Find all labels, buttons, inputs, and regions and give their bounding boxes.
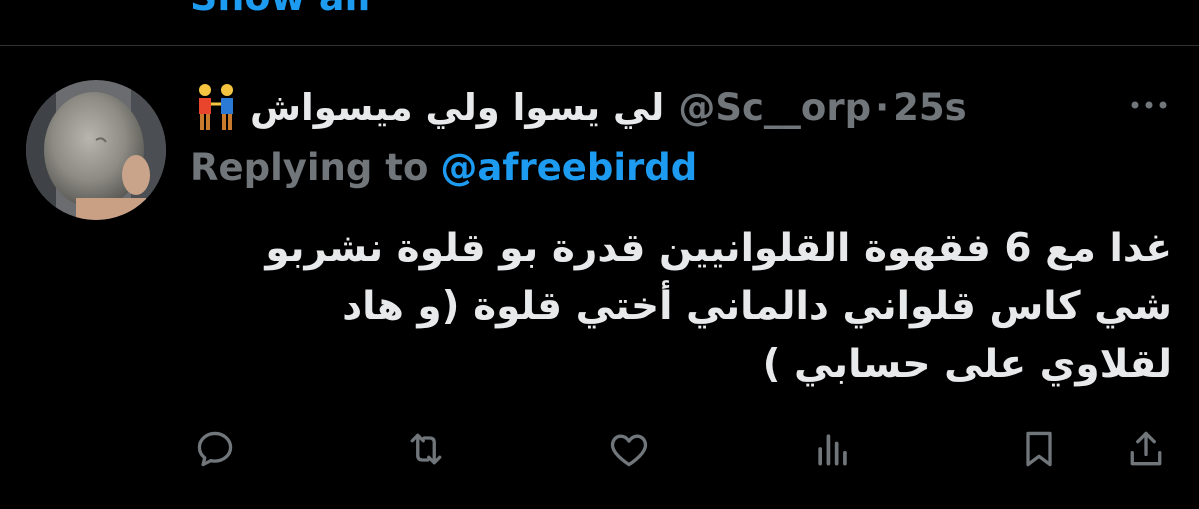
tweet-header: لي يسوا ولي ميسواش @Sc__orp · 25s bbox=[190, 79, 967, 135]
more-options-icon[interactable] bbox=[1128, 97, 1170, 111]
user-handle[interactable]: @Sc__orp bbox=[678, 86, 871, 129]
separator-dot: · bbox=[875, 85, 890, 129]
two-men-holding-hands-icon bbox=[190, 82, 242, 132]
avatar-image bbox=[26, 80, 166, 220]
tweet-text-line: لقلاوي على حسابي ) bbox=[762, 342, 1172, 387]
share-button[interactable] bbox=[1121, 424, 1171, 474]
avatar[interactable] bbox=[26, 80, 166, 220]
bookmark-icon bbox=[1026, 431, 1052, 467]
timestamp[interactable]: 25s bbox=[893, 86, 967, 129]
divider bbox=[0, 45, 1199, 46]
bookmark-button[interactable] bbox=[1014, 424, 1064, 474]
replying-to: Replying to @afreebirdd bbox=[190, 146, 697, 189]
retweet-button[interactable] bbox=[401, 424, 451, 474]
tweet-text: غدا مع 6 فقهوة القلوانيين قدرة بو قلوة ن… bbox=[190, 220, 1172, 394]
like-icon bbox=[610, 434, 648, 467]
tweet-text-line: غدا مع 6 فقهوة القلوانيين قدرة بو قلوة ن… bbox=[265, 226, 1172, 271]
display-name[interactable]: لي يسوا ولي ميسواش bbox=[250, 86, 664, 129]
replying-to-link[interactable]: @afreebirdd bbox=[440, 146, 697, 189]
tweet-text-line: شي كاس قلواني دالماني أختي قلوة (و هاد bbox=[342, 284, 1172, 329]
like-button[interactable] bbox=[604, 424, 654, 474]
share-icon bbox=[1130, 431, 1162, 466]
views-icon bbox=[818, 434, 847, 466]
reply-icon bbox=[197, 431, 233, 467]
views-button[interactable] bbox=[808, 424, 858, 474]
retweet-icon bbox=[410, 433, 442, 465]
replying-prefix: Replying to bbox=[190, 146, 429, 189]
show-all-link[interactable]: Show all bbox=[190, 0, 371, 16]
reply-button[interactable] bbox=[190, 424, 240, 474]
